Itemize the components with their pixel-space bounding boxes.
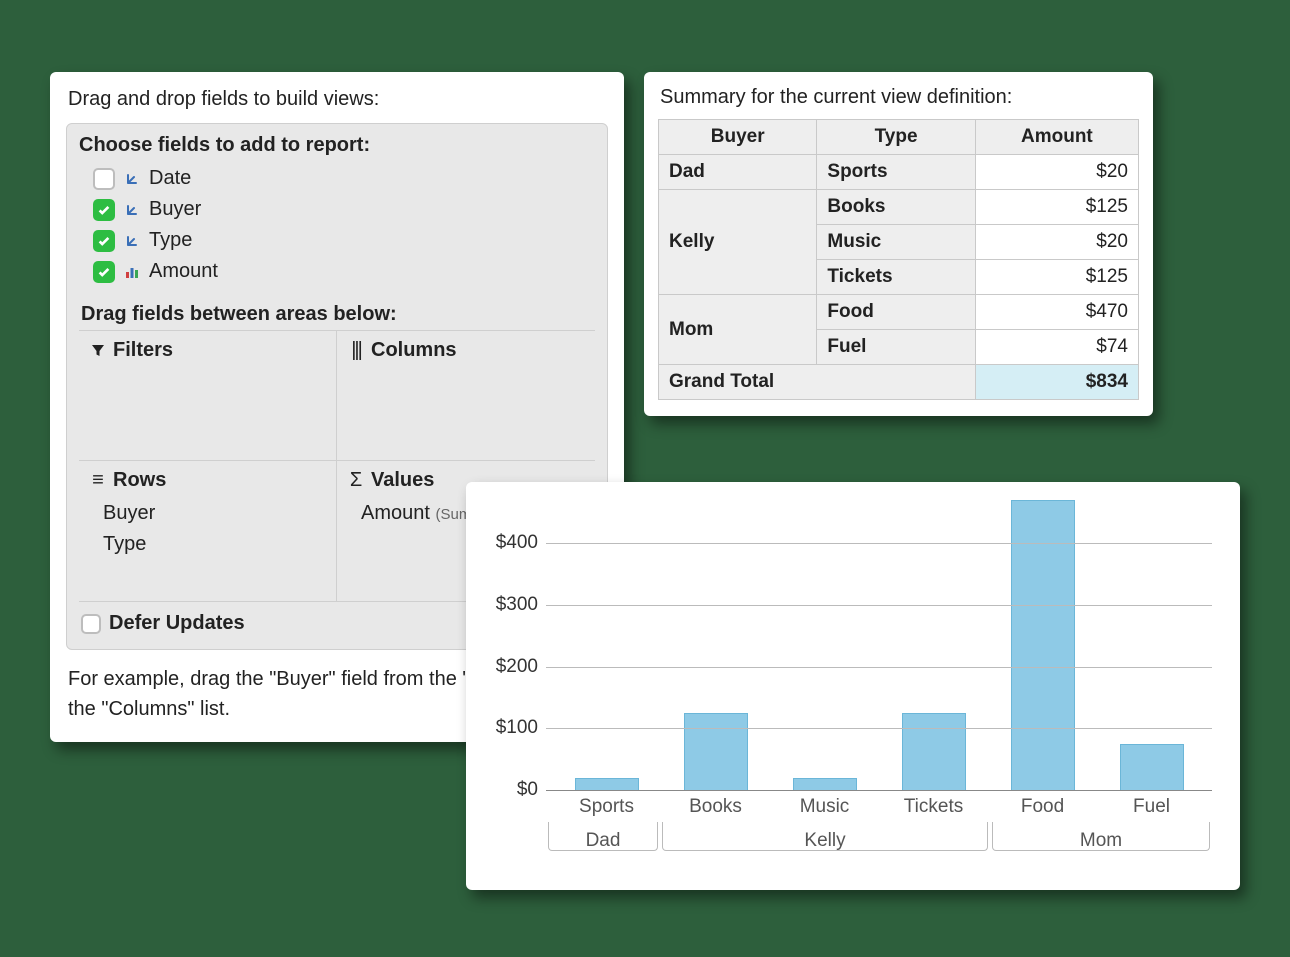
- field-checklist: Date Buyer Type Amount: [79, 163, 595, 287]
- x-category-label: Tickets: [879, 796, 988, 818]
- amount-cell: $125: [975, 260, 1138, 295]
- dimension-icon: [123, 202, 141, 218]
- x-category-label: Fuel: [1097, 796, 1206, 818]
- buyer-cell: Mom: [659, 295, 817, 365]
- columns-icon: |||: [347, 339, 365, 362]
- filters-drop-area[interactable]: Filters: [79, 331, 337, 461]
- amount-cell: $74: [975, 330, 1138, 365]
- grand-total-amount: $834: [975, 365, 1138, 400]
- chart-y-axis: $0$100$200$300$400: [488, 500, 546, 790]
- chart-bar: [684, 713, 748, 790]
- field-row-buyer: Buyer: [79, 194, 595, 225]
- y-tick-label: $0: [488, 779, 538, 801]
- chart-bar: [1120, 744, 1184, 790]
- type-cell: Food: [817, 295, 975, 330]
- type-cell: Music: [817, 225, 975, 260]
- chart-gridline: [546, 667, 1212, 668]
- rows-icon: ≡: [89, 469, 107, 492]
- builder-intro: Drag and drop fields to build views:: [68, 88, 608, 111]
- pivot-table: Buyer Type Amount DadSports$20KellyBooks…: [658, 119, 1139, 400]
- amount-cell: $470: [975, 295, 1138, 330]
- table-row: DadSports$20: [659, 155, 1139, 190]
- columns-drop-area[interactable]: ||| Columns: [337, 331, 595, 461]
- y-tick-label: $400: [488, 532, 538, 554]
- choose-fields-label: Choose fields to add to report:: [79, 134, 595, 157]
- amount-cell: $20: [975, 225, 1138, 260]
- type-cell: Tickets: [817, 260, 975, 295]
- x-group: Dad: [548, 822, 658, 851]
- x-group: Kelly: [662, 822, 988, 851]
- grand-total-row: Grand Total$834: [659, 365, 1139, 400]
- buyer-cell: Kelly: [659, 190, 817, 295]
- x-category-label: Food: [988, 796, 1097, 818]
- grand-total-label: Grand Total: [659, 365, 976, 400]
- amount-cell: $125: [975, 190, 1138, 225]
- table-header-row: Buyer Type Amount: [659, 120, 1139, 155]
- field-checkbox-type[interactable]: [93, 230, 115, 252]
- y-tick-label: $200: [488, 656, 538, 678]
- x-category-label: Music: [770, 796, 879, 818]
- chart-baseline: [546, 790, 1212, 791]
- chart-bar: [902, 713, 966, 790]
- field-checkbox-buyer[interactable]: [93, 199, 115, 221]
- chart-plot-area: $0$100$200$300$400: [546, 500, 1218, 790]
- filter-icon: [89, 344, 107, 358]
- y-tick-label: $100: [488, 717, 538, 739]
- field-row-type: Type: [79, 225, 595, 256]
- chart-gridline: [546, 728, 1212, 729]
- summary-panel: Summary for the current view definition:…: [644, 72, 1153, 416]
- field-label[interactable]: Type: [149, 229, 192, 252]
- field-row-amount: Amount: [79, 256, 595, 287]
- x-group-label: Kelly: [663, 830, 987, 852]
- chart-gridline: [546, 605, 1212, 606]
- chart-gridline: [546, 543, 1212, 544]
- rows-label: Rows: [113, 469, 166, 492]
- col-type: Type: [817, 120, 975, 155]
- field-checkbox-date[interactable]: [93, 168, 115, 190]
- col-amount: Amount: [975, 120, 1138, 155]
- rows-item[interactable]: Type: [89, 529, 326, 560]
- field-label[interactable]: Amount: [149, 260, 218, 283]
- type-cell: Books: [817, 190, 975, 225]
- buyer-cell: Dad: [659, 155, 817, 190]
- field-checkbox-amount[interactable]: [93, 261, 115, 283]
- defer-updates-label: Defer Updates: [109, 612, 245, 635]
- x-group-label: Mom: [993, 830, 1209, 852]
- x-category-label: Sports: [552, 796, 661, 818]
- dimension-icon: [123, 171, 141, 187]
- rows-item[interactable]: Buyer: [89, 498, 326, 529]
- field-label[interactable]: Buyer: [149, 198, 201, 221]
- type-cell: Sports: [817, 155, 975, 190]
- rows-drop-area[interactable]: ≡ Rows BuyerType: [79, 461, 337, 601]
- x-category-label: Books: [661, 796, 770, 818]
- chart-x-categories: SportsBooksMusicTicketsFoodFuel: [546, 790, 1212, 818]
- sigma-icon: Σ: [347, 469, 365, 492]
- x-group-label: Dad: [549, 830, 657, 852]
- type-cell: Fuel: [817, 330, 975, 365]
- amount-cell: $20: [975, 155, 1138, 190]
- field-row-date: Date: [79, 163, 595, 194]
- y-tick-label: $300: [488, 594, 538, 616]
- x-group: Mom: [992, 822, 1210, 851]
- table-row: KellyBooks$125: [659, 190, 1139, 225]
- drag-areas-label: Drag fields between areas below:: [81, 303, 593, 326]
- chart-x-groups: Dad Kelly Mom: [546, 822, 1212, 851]
- values-label: Values: [371, 469, 434, 492]
- dimension-icon: [123, 233, 141, 249]
- defer-updates-checkbox[interactable]: [81, 614, 101, 634]
- filters-label: Filters: [113, 339, 173, 362]
- col-buyer: Buyer: [659, 120, 817, 155]
- chart-panel: $0$100$200$300$400 SportsBooksMusicTicke…: [466, 482, 1240, 890]
- columns-label: Columns: [371, 339, 457, 362]
- chart-bar: [793, 778, 857, 790]
- field-label[interactable]: Date: [149, 167, 191, 190]
- summary-intro: Summary for the current view definition:: [660, 86, 1139, 109]
- chart-bar: [575, 778, 639, 790]
- measure-icon: [123, 264, 141, 280]
- table-row: MomFood$470: [659, 295, 1139, 330]
